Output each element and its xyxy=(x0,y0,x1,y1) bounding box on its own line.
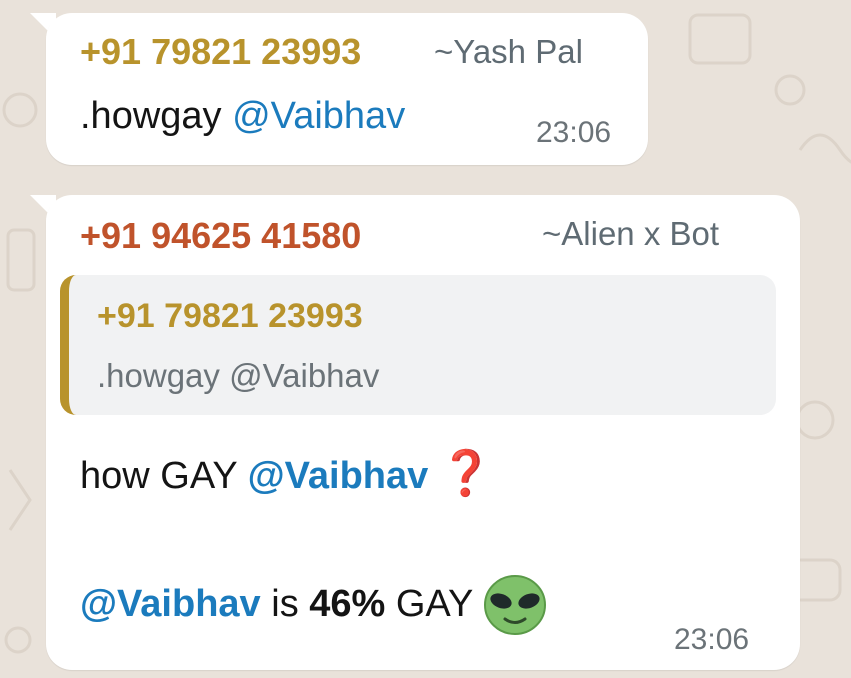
message-bubble[interactable]: +91 79821 23993 ~Yash Pal .howgay @Vaibh… xyxy=(46,13,648,165)
command-text: .howgay xyxy=(80,95,222,137)
gay-percentage: 46% xyxy=(309,583,386,626)
mention-link[interactable]: @Vaibhav xyxy=(80,583,261,625)
message-timestamp: 23:06 xyxy=(674,623,750,656)
reply-suffix: GAY xyxy=(385,583,484,626)
sender-alias: ~Yash Pal xyxy=(434,33,583,70)
message-bubble[interactable]: +91 94625 41580 ~Alien x Bot +91 79821 2… xyxy=(46,195,800,670)
quoted-message[interactable]: +91 79821 23993 .howgay @Vaibhav xyxy=(60,275,776,415)
reply-prefix: how GAY xyxy=(80,455,248,497)
bot-reply-line-1: how GAY @Vaibhav ❓ xyxy=(80,447,494,499)
reply-is: is xyxy=(260,583,310,626)
sender-phone[interactable]: +91 94625 41580 xyxy=(80,215,361,257)
sender-phone[interactable]: +91 79821 23993 xyxy=(80,31,361,73)
bot-reply-line-2: @Vaibhav is 46% GAY xyxy=(80,575,547,637)
quoted-text: .howgay @Vaibhav xyxy=(97,357,380,394)
sender-alias: ~Alien x Bot xyxy=(542,215,720,252)
question-mark-icon: ❓ xyxy=(438,449,494,498)
alien-face-icon xyxy=(484,575,547,635)
mention-link[interactable]: @Vaibhav xyxy=(248,455,429,497)
mention-link[interactable]: @Vaibhav xyxy=(232,95,405,137)
quoted-sender: +91 79821 23993 xyxy=(97,297,363,335)
message-text: .howgay @Vaibhav xyxy=(80,95,405,138)
message-timestamp: 23:06 xyxy=(536,116,612,149)
